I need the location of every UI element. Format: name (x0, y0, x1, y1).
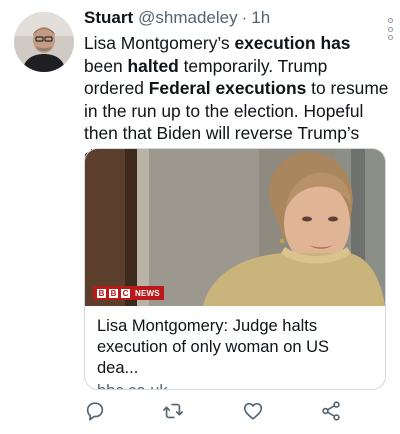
tweet-text-bold: Federal executions (148, 78, 307, 98)
tweet-text-bold: halted (127, 55, 179, 76)
card-title[interactable]: Lisa Montgomery: Judge halts execution o… (97, 316, 373, 379)
card-image[interactable]: B B C NEWS (85, 149, 385, 306)
tweet-actions (84, 400, 354, 424)
bbc-logo-news: NEWS (135, 288, 160, 298)
tweet[interactable]: Stuart @shmadeley · 1h Lisa Montgomery’s… (0, 0, 400, 434)
more-options-icon[interactable] (384, 18, 396, 40)
tweet-text: Lisa Montgomery’s execution has been hal… (84, 32, 390, 167)
retweet-icon[interactable] (162, 400, 184, 422)
share-icon[interactable] (320, 400, 342, 422)
link-card[interactable]: B B C NEWS Lisa Montgomery: Judge halts … (84, 148, 386, 390)
bbc-logo-letter: B (97, 288, 106, 298)
bbc-logo-letter: C (121, 288, 130, 298)
bbc-news-logo: B B C NEWS (93, 286, 164, 300)
tweet-text-segment: Lisa Montgomery’s (84, 33, 235, 53)
tweet-text-bold: execution has (234, 33, 351, 53)
bbc-logo-letter: B (109, 288, 118, 298)
tweet-text-segment: been (84, 55, 128, 76)
tweet-content: Stuart @shmadeley · 1h Lisa Montgomery’s… (84, 8, 393, 167)
like-icon[interactable] (242, 400, 264, 422)
card-body[interactable]: Lisa Montgomery: Judge halts execution o… (85, 306, 385, 389)
header-separator: · (241, 8, 248, 27)
avatar[interactable] (14, 12, 74, 72)
tweet-header: Stuart @shmadeley · 1h (84, 8, 390, 32)
reply-icon[interactable] (84, 400, 106, 422)
author-name[interactable]: Stuart (84, 8, 133, 28)
tweet-timestamp[interactable]: 1h (251, 8, 270, 28)
card-domain[interactable]: bbc.co.uk (97, 380, 373, 389)
author-handle[interactable]: @shmadeley (138, 8, 237, 28)
